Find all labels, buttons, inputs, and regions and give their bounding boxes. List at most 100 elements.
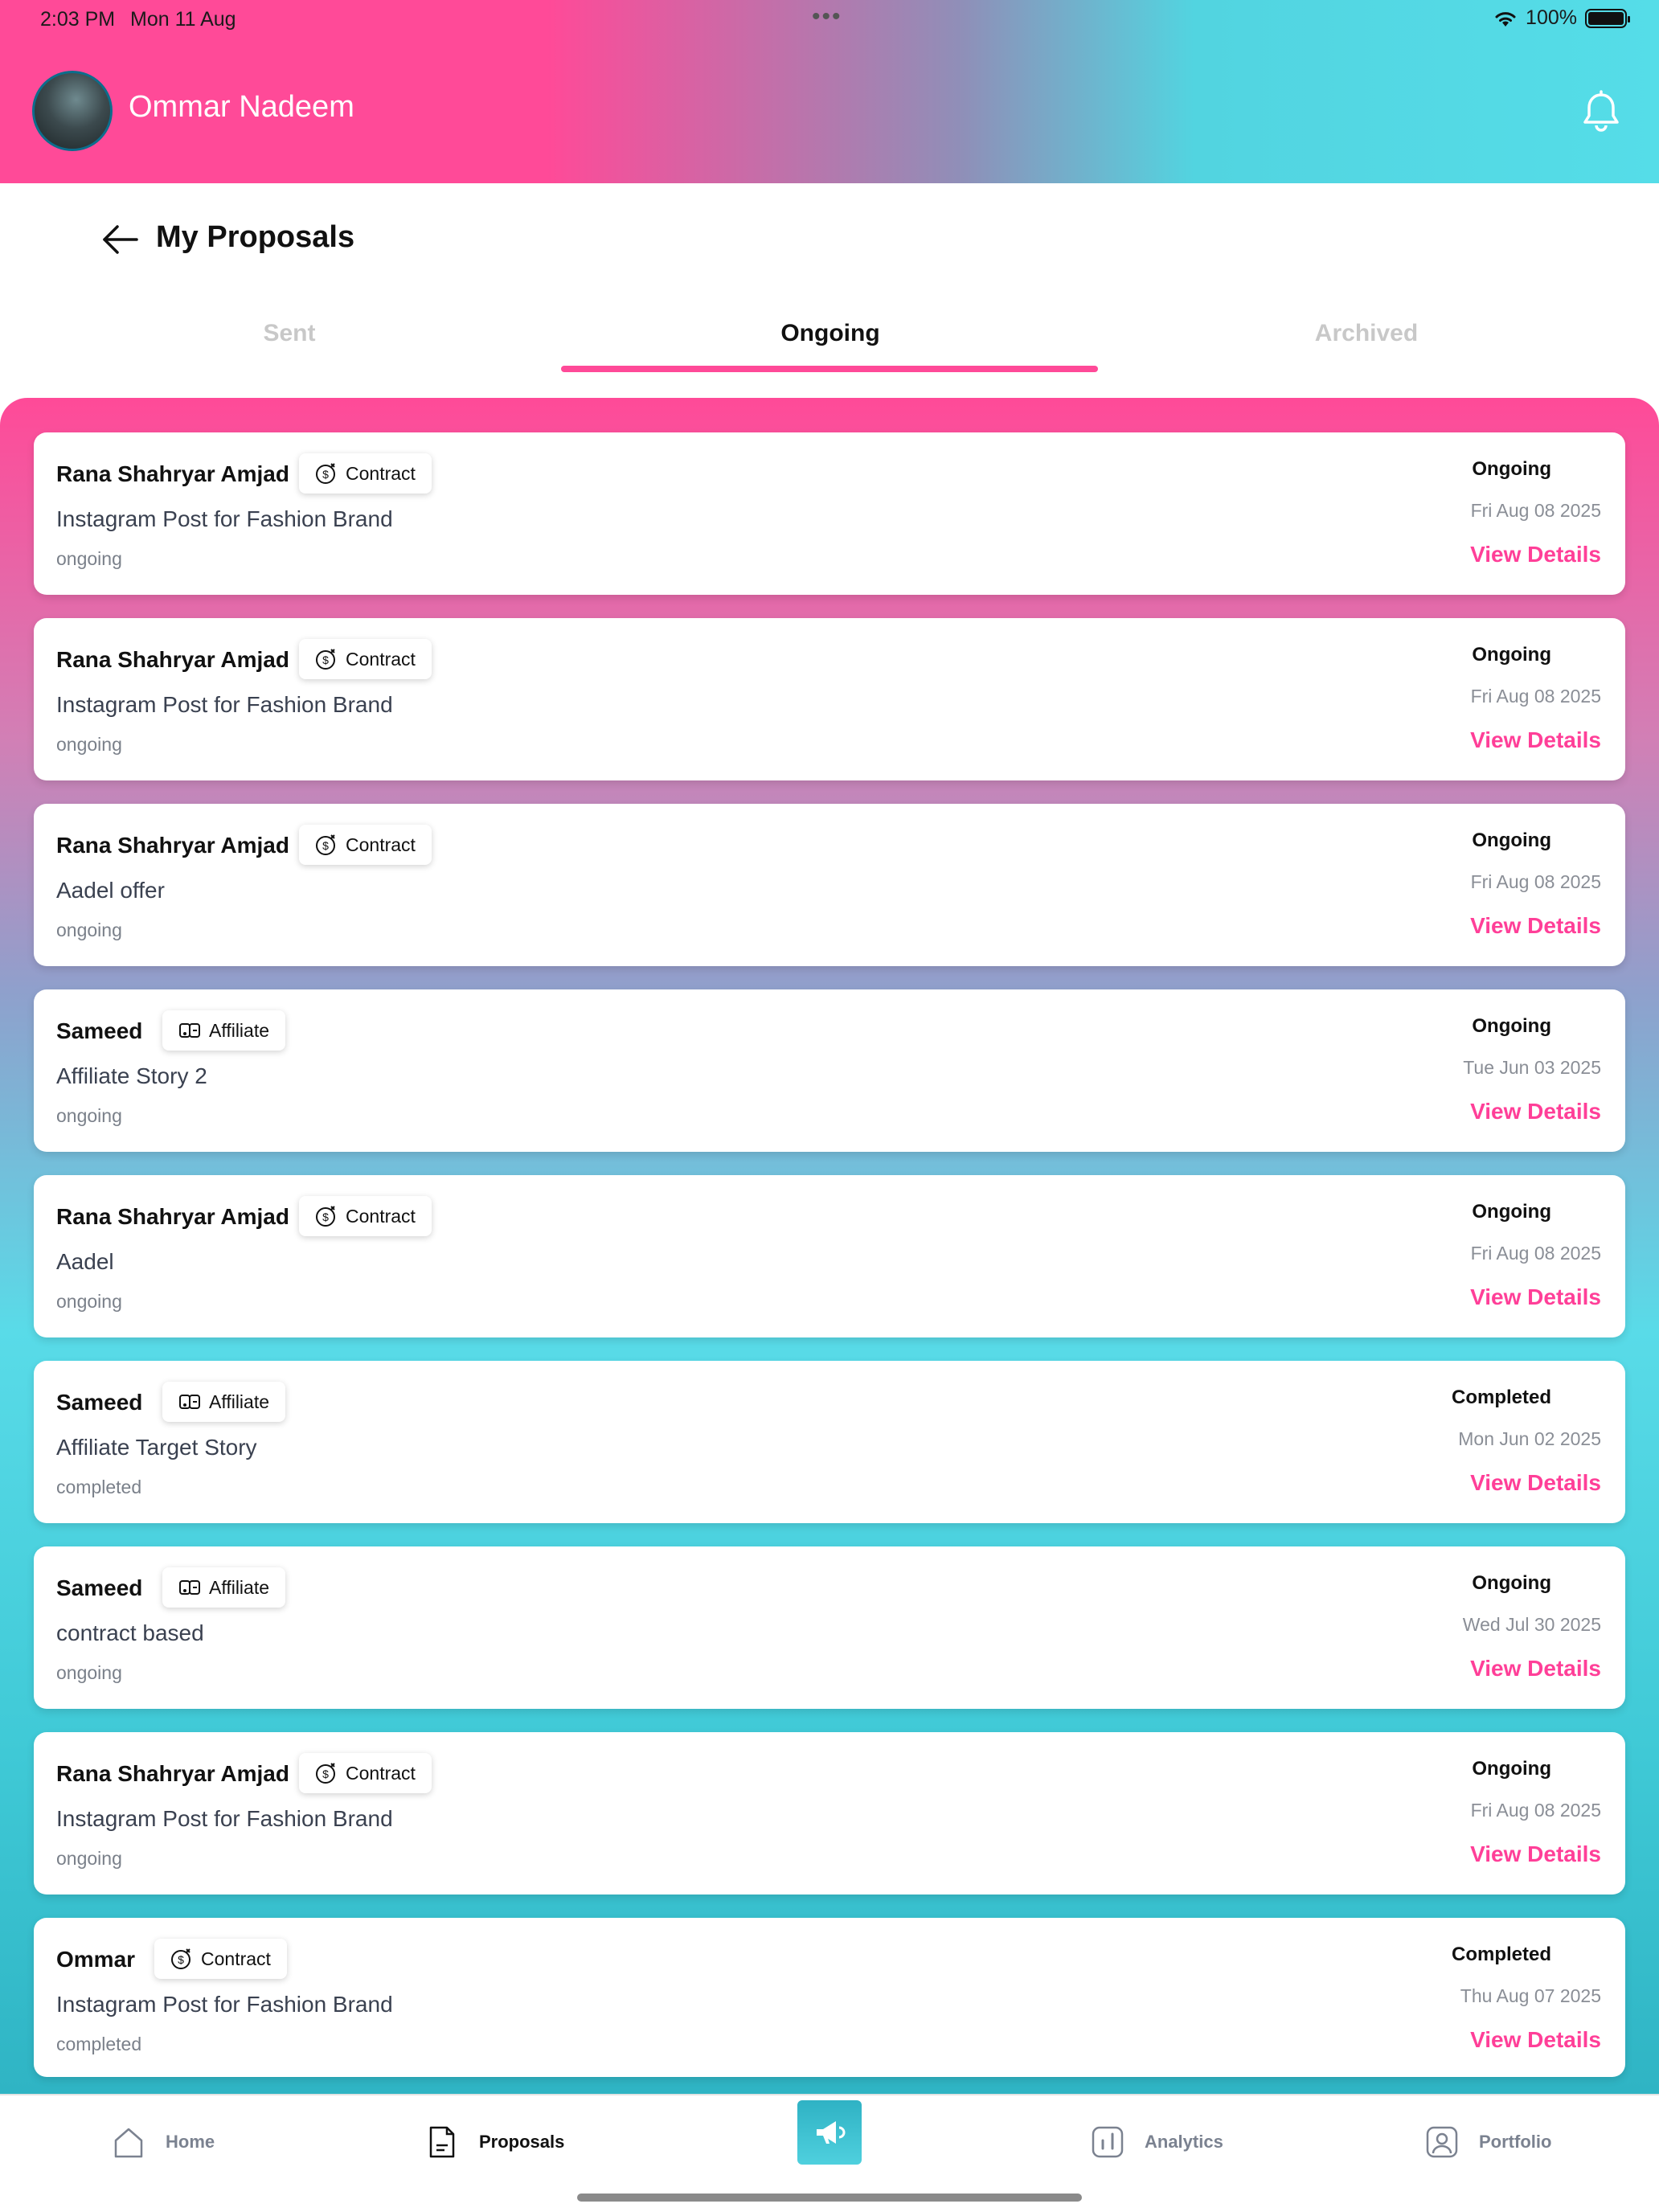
proposal-card[interactable]: Sameed Affiliate Affiliate Story 2 ongoing O… [34,989,1625,1152]
proposal-title: Instagram Post for Fashion Brand [56,506,393,531]
tab-sent[interactable]: Sent [209,320,370,347]
proposal-card[interactable]: Ommar $ Contract Instagram Post for Fashion… [34,1918,1625,2077]
svg-text:$: $ [322,1768,329,1780]
proposal-status: Ongoing [1472,1015,1551,1037]
proposal-type-label: Contract [346,1762,416,1784]
proposal-substatus: ongoing [56,1105,122,1126]
proposal-substatus: ongoing [56,734,122,755]
nav-proposals[interactable]: Proposals [423,2120,564,2165]
proposal-status: Ongoing [1472,830,1551,851]
proposal-card[interactable]: Rana Shahryar Amjad $ Contract Instagram Po… [34,432,1625,595]
nav-portfolio-label: Portfolio [1479,2132,1552,2152]
status-date: Mon 11 Aug [130,8,236,31]
proposal-type-label: Contract [346,1205,416,1227]
svg-text:$: $ [322,653,329,666]
dollar-coin-icon: $ [313,1203,339,1229]
proposal-substatus: ongoing [56,1848,122,1869]
proposal-title: Instagram Post for Fashion Brand [56,1992,393,2017]
app-header: 2:03 PM Mon 11 Aug ••• 100% Ommar Nadeem [0,0,1659,183]
nav-portfolio[interactable]: Portfolio [1423,2120,1551,2165]
view-details-link[interactable]: View Details [1470,1841,1601,1867]
proposal-type-badge: $ Contract [299,639,432,679]
proposal-type-badge: Affiliate [162,1010,286,1051]
tab-archived[interactable]: Archived [1286,320,1447,347]
proposal-creator-name: Rana Shahryar Amjad [56,1761,289,1786]
affiliate-icon [177,1575,203,1600]
proposal-date: Fri Aug 08 2025 [1470,686,1601,707]
svg-text:$: $ [178,1953,184,1966]
avatar[interactable] [32,71,113,151]
status-bar: 2:03 PM Mon 11 Aug ••• 100% [0,3,1659,39]
home-icon [114,2128,143,2158]
proposal-substatus: ongoing [56,548,122,569]
nav-home[interactable]: Home [109,2120,215,2165]
proposal-status: Completed [1451,1944,1551,1965]
proposal-card[interactable]: Sameed Affiliate Affiliate Target Story com… [34,1361,1625,1523]
nav-proposals-label: Proposals [479,2132,565,2152]
proposal-status: Completed [1451,1387,1551,1408]
bell-icon[interactable] [1580,90,1622,135]
proposal-date: Tue Jun 03 2025 [1463,1057,1601,1078]
proposal-card[interactable]: Sameed Affiliate contract based ongoing Ongo… [34,1546,1625,1709]
home-indicator [577,2194,1082,2202]
view-details-link[interactable]: View Details [1470,913,1601,939]
dollar-coin-icon: $ [313,832,339,858]
proposal-creator-name: Rana Shahryar Amjad [56,647,289,672]
proposal-date: Fri Aug 08 2025 [1470,500,1601,521]
tab-ongoing[interactable]: Ongoing [563,320,1098,347]
multitasking-dots-icon[interactable]: ••• [812,3,842,31]
proposal-title: Affiliate Target Story [56,1435,257,1460]
view-details-link[interactable]: View Details [1470,2027,1601,2053]
proposal-type-badge: $ Contract [299,825,432,865]
proposal-substatus: ongoing [56,920,122,940]
proposal-type-label: Contract [201,1948,271,1969]
proposal-card[interactable]: Rana Shahryar Amjad $ Contract Instagram Po… [34,1732,1625,1895]
view-details-link[interactable]: View Details [1470,542,1601,567]
view-details-link[interactable]: View Details [1470,1470,1601,1496]
proposal-type-badge: $ Contract [299,1753,432,1793]
view-details-link[interactable]: View Details [1470,1284,1601,1310]
proposal-card[interactable]: Rana Shahryar Amjad $ Contract Aadel ongoing… [34,1175,1625,1337]
proposal-title: Instagram Post for Fashion Brand [56,692,393,717]
dollar-coin-icon: $ [169,1946,195,1972]
proposal-status: Ongoing [1472,644,1551,666]
proposal-creator-name: Rana Shahryar Amjad [56,833,289,858]
svg-text:$: $ [322,468,329,481]
view-details-link[interactable]: View Details [1470,1656,1601,1682]
proposal-type-badge: Affiliate [162,1382,286,1422]
campaign-button[interactable] [797,2100,862,2165]
proposal-creator-name: Rana Shahryar Amjad [56,1204,289,1229]
proposal-type-label: Contract [346,834,416,855]
dollar-coin-icon: $ [313,646,339,672]
proposal-status: Ongoing [1472,458,1551,480]
user-name: Ommar Nadeem [129,90,354,124]
proposal-date: Mon Jun 02 2025 [1458,1428,1601,1449]
proposal-title: contract based [56,1620,204,1645]
proposal-type-label: Affiliate [209,1019,270,1041]
status-right: 100% [1493,6,1630,30]
proposal-type-badge: Affiliate [162,1567,286,1608]
proposal-creator-name: Sameed [56,1575,143,1600]
proposal-date: Wed Jul 30 2025 [1462,1614,1601,1635]
view-details-link[interactable]: View Details [1470,1099,1601,1124]
analytics-icon [1092,2126,1124,2158]
proposal-card[interactable]: Rana Shahryar Amjad $ Contract Aadel offer o… [34,804,1625,966]
active-tab-indicator [561,366,1098,372]
proposal-substatus: completed [56,1477,142,1497]
proposal-card[interactable]: Rana Shahryar Amjad $ Contract Instagram Po… [34,618,1625,780]
proposal-date: Fri Aug 08 2025 [1470,1800,1601,1821]
proposal-substatus: ongoing [56,1291,122,1312]
proposal-status: Ongoing [1472,1201,1551,1223]
proposal-creator-name: Sameed [56,1018,143,1043]
proposal-date: Fri Aug 08 2025 [1470,1243,1601,1264]
view-details-link[interactable]: View Details [1470,727,1601,753]
dollar-coin-icon: $ [313,461,339,486]
svg-text:$: $ [322,1210,329,1223]
proposal-creator-name: Rana Shahryar Amjad [56,461,289,486]
nav-analytics[interactable]: Analytics [1088,2120,1223,2165]
megaphone-icon [817,2121,846,2144]
back-arrow-icon[interactable] [100,219,141,260]
proposal-type-label: Affiliate [209,1576,270,1598]
proposal-title: Aadel offer [56,878,165,903]
proposal-creator-name: Sameed [56,1390,143,1415]
